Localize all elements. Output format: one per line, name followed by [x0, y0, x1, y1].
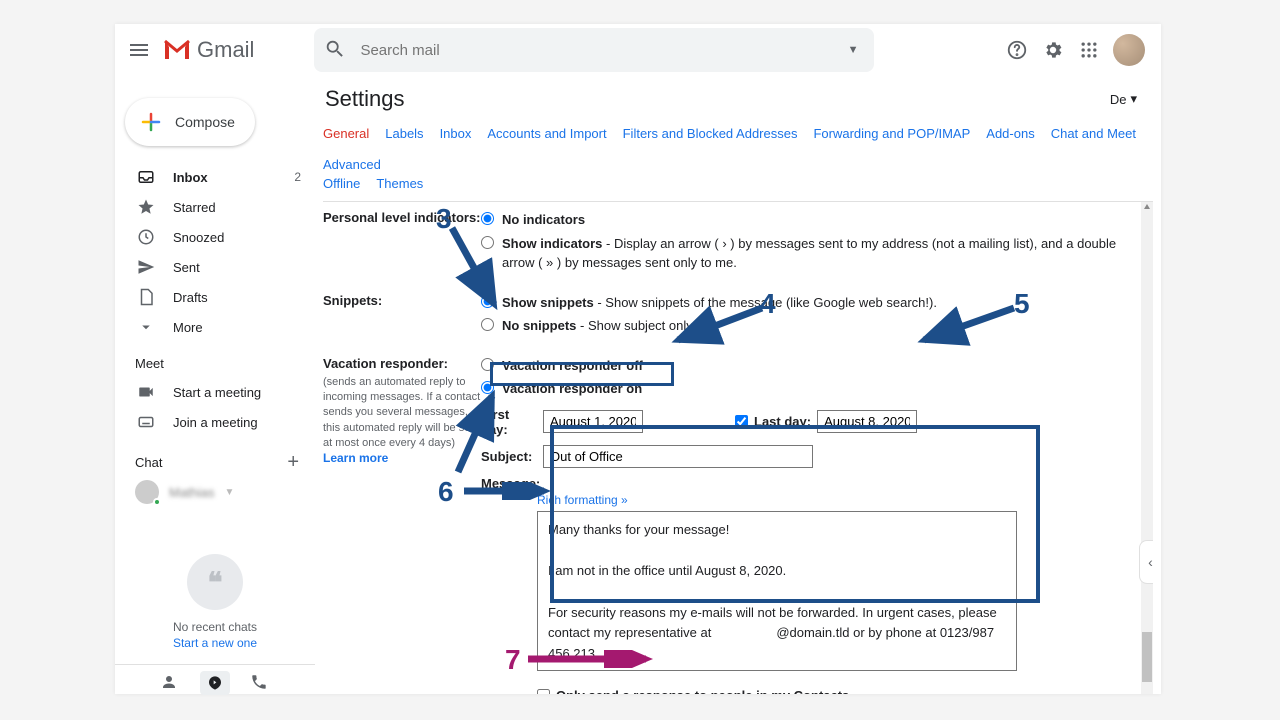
- chat-start-link[interactable]: Start a new one: [115, 636, 315, 650]
- apps-grid-icon[interactable]: [1077, 38, 1101, 62]
- hangouts-icon[interactable]: [200, 671, 230, 695]
- star-icon: [137, 198, 155, 216]
- sidebar-item-join-meeting[interactable]: Join a meeting: [115, 407, 315, 437]
- tab-inbox[interactable]: Inbox: [440, 126, 472, 141]
- subject-label: Subject:: [481, 449, 537, 464]
- vac-label: Vacation responder: (sends an automated …: [323, 356, 481, 695]
- sidebar-item-sent[interactable]: Sent: [115, 252, 315, 282]
- tab-labels[interactable]: Labels: [385, 126, 423, 141]
- clock-icon: [137, 228, 155, 246]
- scroll-up-arrow[interactable]: [1143, 203, 1151, 211]
- compose-label: Compose: [175, 114, 235, 130]
- last-day-label: Last day:: [754, 414, 811, 429]
- search-options-caret[interactable]: ▼: [848, 44, 865, 56]
- phone-icon[interactable]: [250, 673, 270, 693]
- sidebar-item-snoozed[interactable]: Snoozed: [115, 222, 315, 252]
- search-bar[interactable]: ▼: [314, 28, 874, 72]
- avatar[interactable]: [1113, 34, 1145, 66]
- gmail-m-icon: [163, 39, 191, 61]
- vac-off-radio[interactable]: [481, 358, 494, 371]
- last-day-input[interactable]: [817, 410, 917, 433]
- tab-advanced[interactable]: Advanced: [323, 157, 381, 172]
- tab-filters[interactable]: Filters and Blocked Addresses: [623, 126, 798, 141]
- settings-tabs: General Labels Inbox Accounts and Import…: [323, 118, 1153, 176]
- tab-addons[interactable]: Add-ons: [986, 126, 1034, 141]
- sidebar-item-starred[interactable]: Starred: [115, 192, 315, 222]
- settings-body: Personal level indicators: No indicators…: [323, 202, 1153, 694]
- header-bar: Gmail ▼: [115, 24, 1161, 76]
- video-icon: [137, 383, 155, 401]
- presence-dot: [153, 498, 161, 506]
- first-day-label: First day:: [481, 407, 537, 437]
- subject-input[interactable]: [543, 445, 813, 468]
- keyboard-icon: [137, 413, 155, 431]
- file-icon: [137, 288, 155, 306]
- pli-show-radio[interactable]: [481, 236, 494, 249]
- first-day-input[interactable]: [543, 410, 643, 433]
- gmail-text: Gmail: [197, 37, 254, 63]
- sidebar-item-start-meeting[interactable]: Start a meeting: [115, 377, 315, 407]
- meet-section-header: Meet: [115, 356, 315, 371]
- inbox-icon: [137, 168, 155, 186]
- settings-scrollbar[interactable]: [1141, 202, 1153, 694]
- sidebar-footer: [115, 664, 315, 700]
- language-switch[interactable]: De ▾: [1110, 91, 1137, 107]
- chat-empty-state: ❝ No recent chats Start a new one: [115, 554, 315, 650]
- tab-accounts[interactable]: Accounts and Import: [487, 126, 606, 141]
- search-icon[interactable]: [324, 38, 348, 62]
- scrollbar-thumb[interactable]: [1142, 632, 1152, 682]
- tab-chatmeet[interactable]: Chat and Meet: [1051, 126, 1136, 141]
- gear-icon[interactable]: [1041, 38, 1065, 62]
- sidebar-item-drafts[interactable]: Drafts: [115, 282, 315, 312]
- new-chat-icon[interactable]: +: [287, 451, 299, 474]
- tab-themes[interactable]: Themes: [376, 176, 423, 191]
- main-content: Settings De ▾ General Labels Inbox Accou…: [323, 80, 1153, 694]
- pli-no-radio[interactable]: [481, 212, 494, 225]
- chat-avatar: [135, 480, 159, 504]
- rich-formatting-link[interactable]: Rich formatting »: [537, 493, 1149, 507]
- snip-no-radio[interactable]: [481, 318, 494, 331]
- last-day-checkbox[interactable]: [735, 415, 748, 428]
- message-textarea[interactable]: [537, 511, 1017, 671]
- search-input[interactable]: [360, 42, 847, 59]
- plus-multicolor-icon: [139, 110, 163, 134]
- message-label: Message:: [481, 476, 537, 491]
- vac-on-radio[interactable]: [481, 381, 494, 394]
- tab-general[interactable]: General: [323, 126, 369, 141]
- person-icon[interactable]: [160, 673, 180, 693]
- sent-icon: [137, 258, 155, 276]
- chat-bubble-icon: ❝: [187, 554, 243, 610]
- sidebar-item-inbox[interactable]: Inbox 2: [115, 162, 315, 192]
- chat-user-row[interactable]: Mathias ▼: [115, 480, 315, 504]
- side-panel-toggle[interactable]: ‹: [1139, 540, 1153, 584]
- pli-label: Personal level indicators:: [323, 210, 481, 277]
- snip-show-radio[interactable]: [481, 295, 494, 308]
- chevron-down-icon: [137, 318, 155, 336]
- snippets-label: Snippets:: [323, 293, 481, 340]
- gmail-logo[interactable]: Gmail: [163, 37, 254, 63]
- contacts-only-checkbox[interactable]: [537, 689, 550, 695]
- sidebar: Compose Inbox 2 Starred Snoozed: [115, 80, 315, 700]
- vac-learn-more[interactable]: Learn more: [323, 451, 481, 465]
- sidebar-item-more[interactable]: More: [115, 312, 315, 342]
- tab-offline[interactable]: Offline: [323, 176, 360, 191]
- chat-caret-icon[interactable]: ▼: [225, 487, 235, 498]
- tab-forwarding[interactable]: Forwarding and POP/IMAP: [813, 126, 970, 141]
- caret-down-icon: ▾: [1130, 91, 1137, 107]
- chat-section-header: Chat +: [115, 451, 315, 474]
- compose-button[interactable]: Compose: [125, 98, 255, 146]
- help-icon[interactable]: [1005, 38, 1029, 62]
- page-title: Settings: [325, 86, 405, 112]
- hamburger-icon[interactable]: [127, 38, 151, 62]
